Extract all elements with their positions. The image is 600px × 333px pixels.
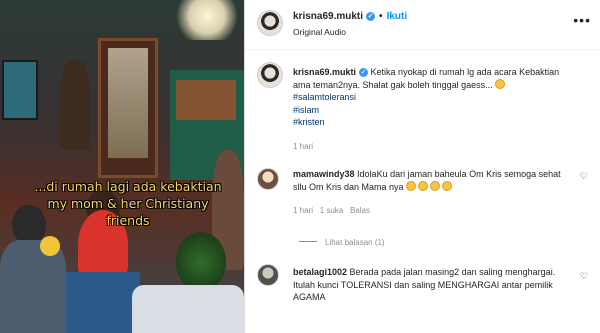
comment-text: betalagi1002 Berada pada jalan masing2 d… bbox=[293, 266, 563, 304]
caption-time: 1 hari bbox=[293, 142, 314, 151]
author-avatar[interactable] bbox=[257, 10, 283, 36]
post-detail-panel: krisna69.mukti ✓ • Ikuti Original Audio •••… bbox=[244, 0, 600, 333]
like-heart-icon[interactable]: ♡ bbox=[580, 171, 588, 182]
comment-meta: 1 hari 1 suka Balas bbox=[293, 206, 370, 215]
hashtag-link[interactable]: #kristen bbox=[293, 116, 579, 129]
author-username[interactable]: krisna69.mukti bbox=[293, 11, 363, 22]
coffee-table bbox=[132, 285, 244, 333]
potted-plant bbox=[176, 232, 226, 292]
commenter-avatar[interactable] bbox=[257, 168, 279, 190]
comment-text: mamawindy38 IdolaKu dari jaman baheula O… bbox=[293, 168, 563, 193]
reel-video[interactable]: ...di rumah lagi ada kebaktian my mom & … bbox=[0, 0, 244, 333]
hashtag-link[interactable]: #islam bbox=[293, 104, 579, 117]
person-left bbox=[0, 240, 66, 333]
post-header: krisna69.mukti ✓ • Ikuti Original Audio ••• bbox=[245, 0, 600, 50]
commenter-avatar[interactable] bbox=[257, 264, 279, 286]
caption-username[interactable]: krisna69.mukti bbox=[293, 67, 356, 77]
audio-link[interactable]: Original Audio bbox=[293, 27, 346, 37]
smile-emoji-icon bbox=[406, 180, 417, 191]
caption-avatar[interactable] bbox=[257, 62, 283, 88]
flower bbox=[40, 236, 60, 256]
verified-icon: ✓ bbox=[359, 68, 369, 77]
reply-button[interactable]: Balas bbox=[350, 206, 370, 215]
caption-text: krisna69.mukti ✓ Ketika nyokap di rumah l… bbox=[293, 66, 579, 129]
smile-emoji-icon bbox=[430, 180, 441, 191]
cabinet-glass bbox=[108, 48, 148, 158]
ceiling-lamp bbox=[170, 0, 244, 40]
comment-username[interactable]: betalagi1002 bbox=[293, 267, 347, 277]
smile-emoji-icon bbox=[442, 180, 453, 191]
separator-dot: • bbox=[379, 11, 383, 22]
stained-window bbox=[2, 60, 38, 120]
author-line: krisna69.mukti ✓ • Ikuti bbox=[293, 11, 407, 22]
verified-icon: ✓ bbox=[366, 12, 376, 21]
more-horizontal-icon[interactable]: ••• bbox=[573, 12, 591, 28]
comment-likes[interactable]: 1 suka bbox=[320, 206, 344, 215]
statue bbox=[60, 60, 90, 150]
follow-button[interactable]: Ikuti bbox=[387, 11, 408, 22]
shelf-decor bbox=[176, 80, 236, 120]
hashtag-link[interactable]: #salamtoleransi bbox=[293, 91, 579, 104]
view-replies-button[interactable]: Lihat balasan (1) bbox=[299, 238, 385, 247]
replies-line bbox=[299, 241, 317, 242]
sofa bbox=[60, 272, 140, 333]
view-replies-label: Lihat balasan (1) bbox=[325, 238, 385, 247]
video-caption-overlay: ...di rumah lagi ada kebaktian my mom & … bbox=[34, 179, 222, 228]
smile-emoji-icon bbox=[418, 180, 429, 191]
comment-time: 1 hari bbox=[293, 206, 314, 215]
like-heart-icon[interactable]: ♡ bbox=[580, 271, 588, 282]
grin-emoji-icon bbox=[495, 78, 506, 89]
comment-username[interactable]: mamawindy38 bbox=[293, 169, 355, 179]
